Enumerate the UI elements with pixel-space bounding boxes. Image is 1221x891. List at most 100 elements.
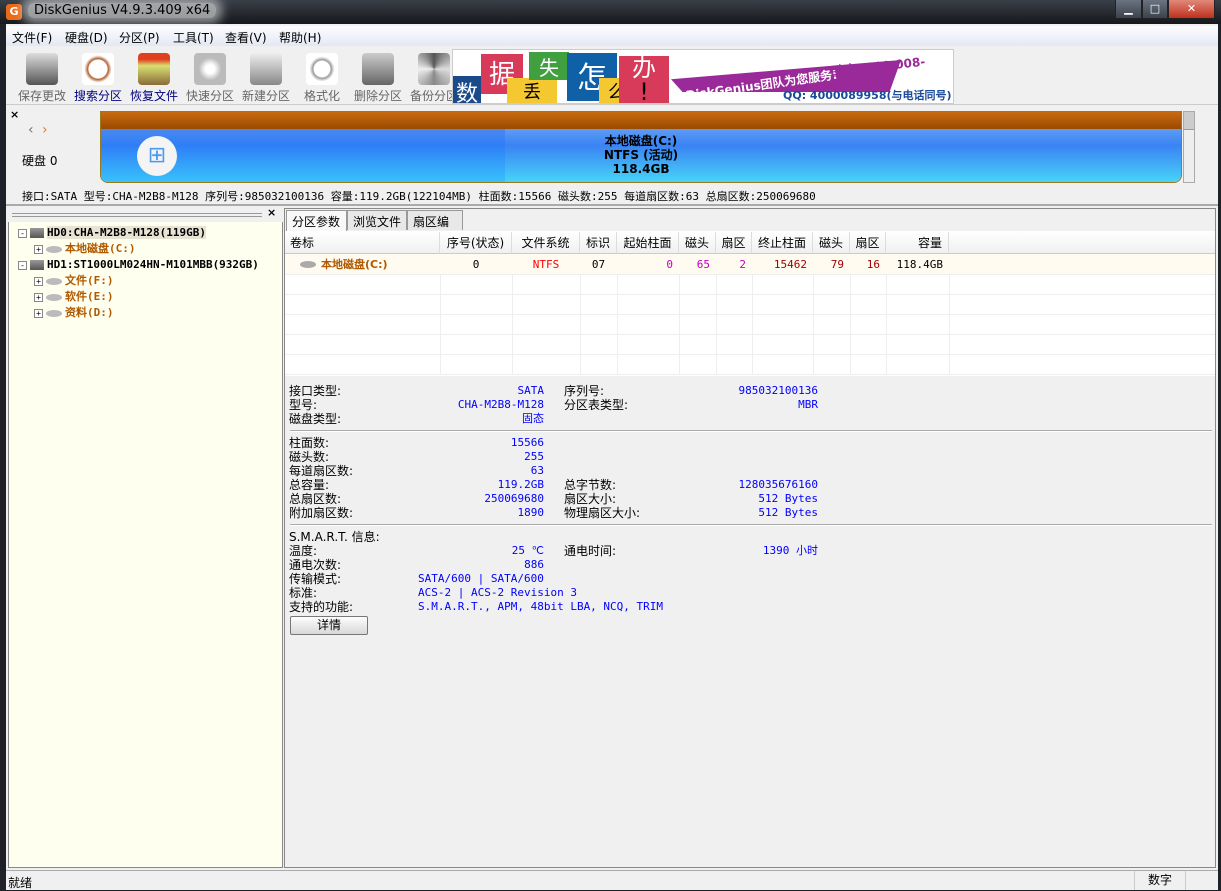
partition-icon: [46, 293, 62, 301]
grid-line: [285, 294, 1215, 295]
partition-icon: [46, 245, 62, 253]
menu-item[interactable]: 硬盘(D): [65, 29, 108, 46]
column-header[interactable]: 终止柱面: [752, 232, 813, 254]
column-header[interactable]: 磁头: [679, 232, 716, 254]
disk-partition-bar[interactable]: ⊞ 本地磁盘(C:) NTFS (活动) 118.4GB: [100, 111, 1182, 183]
column-header[interactable]: 扇区: [850, 232, 886, 254]
collapse-icon[interactable]: -: [18, 260, 27, 270]
ad-banner[interactable]: 数 据 丢 失 怎 么 办! DiskGenius团队为您服务! 致电: 400…: [452, 49, 954, 104]
disk-scrollbar[interactable]: [1183, 111, 1195, 183]
tree-item[interactable]: + 软件(E:): [34, 289, 114, 305]
menu-item[interactable]: 工具(T): [173, 29, 214, 46]
close-icon[interactable]: ×: [10, 108, 19, 121]
toolbar-new-partition-button[interactable]: 新建分区: [238, 49, 294, 103]
column-header[interactable]: 容量: [886, 232, 949, 254]
menu-item[interactable]: 分区(P): [119, 29, 160, 46]
table-cell: 07: [591, 258, 606, 271]
detail-label: 支持的功能:: [289, 600, 354, 614]
toolbar-search-button[interactable]: 搜索分区: [70, 49, 126, 103]
toolbar-label: 恢复文件: [129, 89, 178, 103]
toolbar-format-button[interactable]: 格式化: [294, 49, 350, 103]
tab-0[interactable]: 分区参数: [286, 210, 347, 231]
toolbar-quick-partition-button[interactable]: 快速分区: [182, 49, 238, 103]
ad-char: 数: [453, 76, 481, 103]
menu-bar: 文件(F) 硬盘(D) 分区(P) 工具(T) 查看(V) 帮助(H): [6, 26, 1218, 46]
expand-icon[interactable]: +: [34, 308, 43, 318]
detail-label: 通电次数:: [289, 558, 342, 572]
detail-label: 序列号:: [564, 384, 605, 398]
tree-item-label: 软件(E:): [65, 290, 114, 303]
windows-logo-icon: ⊞: [137, 136, 177, 176]
minimize-button[interactable]: ▁: [1115, 0, 1142, 19]
toolbar-save-button[interactable]: 保存更改: [14, 49, 70, 103]
tree-item[interactable]: - HD1:ST1000LM024HN-M101MBB(932GB): [18, 257, 259, 273]
column-header[interactable]: 标识: [580, 232, 617, 254]
disk-info-line: 接口:SATA 型号:CHA-M2B8-M128 序列号:98503210013…: [22, 190, 816, 203]
close-button[interactable]: ✕: [1168, 0, 1215, 19]
table-cell: 0: [666, 258, 673, 271]
tree-item[interactable]: + 资料(D:): [34, 305, 114, 321]
grid-line: [285, 354, 1215, 355]
table-cell: 16: [866, 258, 880, 271]
partition-icon: [300, 261, 316, 268]
detail-label: 总容量:: [289, 478, 330, 492]
tab-2[interactable]: 扇区编辑: [407, 210, 463, 246]
column-header[interactable]: 扇区: [716, 232, 752, 254]
column-header[interactable]: 卷标: [285, 232, 440, 254]
partition-label: 本地磁盘(C:) NTFS (活动) 118.4GB: [561, 134, 721, 176]
column-header[interactable]: 文件系统: [512, 232, 580, 254]
expand-icon[interactable]: +: [34, 244, 43, 254]
detail-value: 63: [530, 464, 544, 477]
tree-item[interactable]: - HD0:CHA-M2B8-M128(119GB): [18, 225, 206, 241]
app-logo-icon: G: [6, 4, 22, 20]
column-header[interactable]: 序号(状态): [440, 232, 512, 254]
expand-icon[interactable]: +: [34, 276, 43, 286]
next-disk-icon[interactable]: ›: [42, 122, 48, 138]
detail-label: 每道扇区数:: [289, 464, 354, 478]
detail-value: 固态: [522, 412, 544, 425]
ad-char: 办!: [619, 56, 669, 104]
maximize-button[interactable]: □: [1142, 0, 1168, 19]
status-bar: 就绪 数字: [6, 870, 1218, 890]
format-icon: [306, 53, 338, 85]
detail-value: 250069680: [484, 492, 544, 505]
menu-item[interactable]: 查看(V): [225, 29, 267, 46]
column-header[interactable]: 磁头: [813, 232, 850, 254]
save-icon: [26, 53, 58, 85]
table-cell: 15462: [773, 258, 807, 271]
tab-1[interactable]: 浏览文件: [347, 210, 407, 230]
column-header[interactable]: 起始柱面: [617, 232, 679, 254]
detail-value: 1390 小时: [762, 544, 818, 557]
detail-value: 512 Bytes: [758, 506, 818, 519]
detail-label: 分区表类型:: [564, 398, 629, 412]
detail-value: 25 ℃: [511, 544, 544, 557]
prev-disk-icon[interactable]: ‹: [28, 122, 34, 138]
details-button[interactable]: 详情: [290, 616, 368, 635]
grid-line: [285, 334, 1215, 335]
detail-label: 磁头数:: [289, 450, 330, 464]
collapse-icon[interactable]: -: [18, 228, 27, 238]
smart-title: S.M.A.R.T. 信息:: [289, 530, 380, 544]
ad-char-text: !: [639, 78, 649, 104]
tree-item-label: HD0:CHA-M2B8-M128(119GB): [47, 226, 206, 239]
detail-label: 附加扇区数:: [289, 506, 354, 520]
toolbar-restore-button[interactable]: 恢复文件: [126, 49, 182, 103]
detail-label: 标准:: [289, 586, 318, 600]
hard-disk-icon: [30, 260, 44, 270]
toolbar-label: 新建分区: [241, 89, 290, 103]
detail-value: S.M.A.R.T., APM, 48bit LBA, NCQ, TRIM: [418, 600, 664, 613]
detail-label: 总扇区数:: [289, 492, 342, 506]
tree-item[interactable]: + 本地磁盘(C:): [34, 241, 136, 257]
menu-item[interactable]: 帮助(H): [279, 29, 321, 46]
menu-item[interactable]: 文件(F): [12, 29, 52, 46]
toolbar-delete-button[interactable]: 删除分区: [350, 49, 406, 103]
divider: [290, 430, 1212, 432]
tree-item[interactable]: + 文件(F:): [34, 273, 114, 289]
hard-disk-icon: [30, 228, 44, 238]
ad-qq: QQ: 4000089958(与电话同号): [783, 89, 952, 102]
new-partition-icon: [250, 53, 282, 85]
expand-icon[interactable]: +: [34, 292, 43, 302]
table-cell: NTFS: [532, 258, 560, 271]
close-icon[interactable]: ×: [267, 206, 276, 219]
tree-item-label: 本地磁盘(C:): [65, 242, 136, 255]
